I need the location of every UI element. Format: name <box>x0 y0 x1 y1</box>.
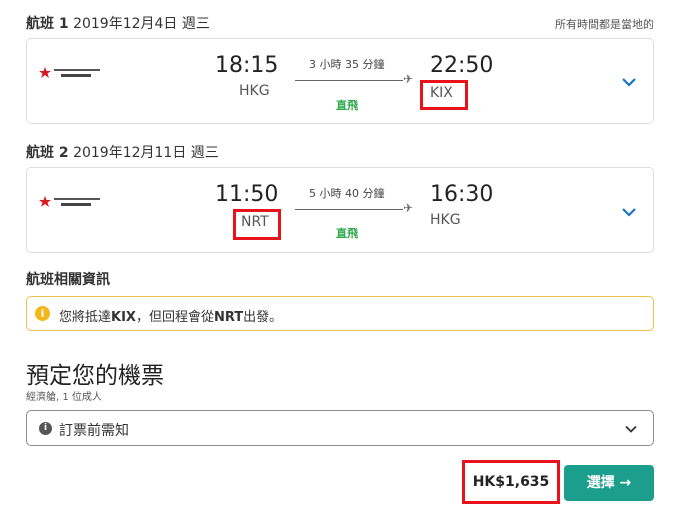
flight-duration: 5 小時 40 分鐘 <box>309 187 385 200</box>
route-line <box>295 209 403 210</box>
depart-time: 11:50 <box>215 182 279 207</box>
flight-duration: 3 小時 35 分鐘 <box>309 58 385 71</box>
notice-text: 您將抵達KIX，但回程會從NRT出發。 <box>59 306 282 325</box>
chevron-down-icon[interactable] <box>625 425 637 433</box>
arrive-airport: HKG <box>430 212 461 228</box>
plane-icon: ✈ <box>403 72 414 86</box>
chevron-down-icon[interactable] <box>621 206 637 218</box>
booking-notes-dropdown[interactable]: i 訂票前需知 <box>26 410 654 446</box>
flight-1-header: 航班 1 2019年12月4日 週三 <box>26 13 210 33</box>
arrive-time: 16:30 <box>430 182 494 207</box>
depart-time: 18:15 <box>215 53 279 78</box>
notice-middle: ，但回程會從 <box>135 310 214 325</box>
info-icon: i <box>39 422 52 435</box>
flight-2-label: 航班 2 <box>26 145 69 161</box>
flight-2-header: 航班 2 2019年12月11日 週三 <box>26 142 219 162</box>
highlight-box <box>420 80 468 110</box>
flight-notice: i 您將抵達KIX，但回程會從NRT出發。 <box>26 296 654 331</box>
timezone-note: 所有時間都是當地的 <box>555 18 654 31</box>
flight-1-date: 2019年12月4日 週三 <box>68 16 210 32</box>
direct-label: 直飛 <box>336 99 358 112</box>
direct-label: 直飛 <box>336 227 358 240</box>
highlight-box <box>233 209 281 240</box>
booking-title: 預定您的機票 <box>26 363 164 389</box>
airline-logo <box>39 196 100 207</box>
flight-info-title: 航班相關資訊 <box>26 272 110 288</box>
flight-2-date: 2019年12月11日 週三 <box>68 145 219 161</box>
notice-arrive: KIX <box>111 310 136 325</box>
notice-depart: NRT <box>213 310 244 325</box>
flight-1-card[interactable]: 18:15 HKG 3 小時 35 分鐘 ✈ 直飛 22:50 KIX <box>26 38 654 124</box>
airline-logo <box>39 67 100 78</box>
depart-airport: HKG <box>239 83 270 99</box>
info-icon: i <box>35 306 50 321</box>
chevron-down-icon[interactable] <box>621 76 637 88</box>
plane-icon: ✈ <box>403 201 414 215</box>
select-button[interactable]: 選擇 → <box>564 465 654 501</box>
flight-2-card[interactable]: 11:50 NRT 5 小時 40 分鐘 ✈ 直飛 16:30 HKG <box>26 167 654 253</box>
arrive-time: 22:50 <box>430 53 494 78</box>
price-label: HK$1,635 <box>462 460 560 504</box>
notice-suffix: 出發。 <box>243 310 283 325</box>
route-line <box>295 80 403 81</box>
flight-1-label: 航班 1 <box>26 16 69 32</box>
notice-prefix: 您將抵達 <box>59 310 112 325</box>
booking-subtitle: 經濟艙, 1 位成人 <box>26 392 102 403</box>
booking-notes-label: 訂票前需知 <box>59 423 129 439</box>
